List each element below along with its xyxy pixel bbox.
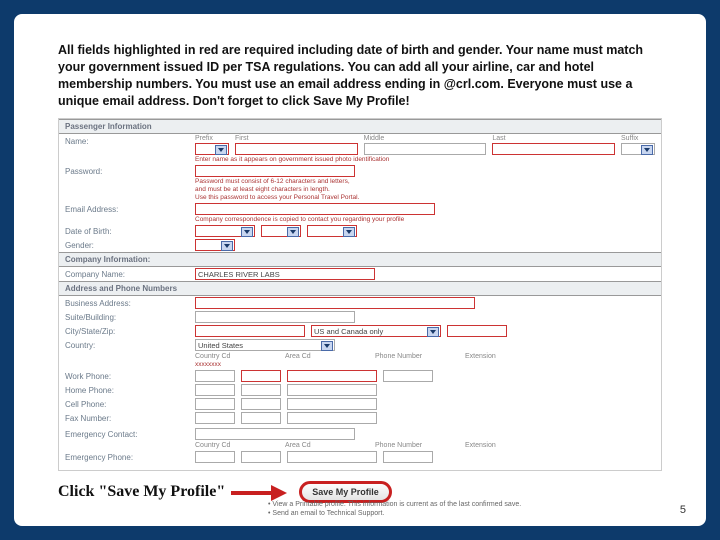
col-ec-ext: Extension [465,442,515,449]
input-hp-cc[interactable] [195,384,235,396]
input-ep-ac[interactable] [241,451,281,463]
phone-req: xxxxxxxx [195,361,655,368]
input-ep-ext[interactable] [383,451,433,463]
footnote-2: Send an email to Technical Support. [268,510,662,519]
col-last: Last [492,135,615,142]
col-areacd: Area Cd [285,353,335,360]
email-helper: Company correspondence is copied to cont… [195,216,655,223]
label-email: Email Address: [65,203,195,214]
col-suffix: Suffix [621,135,655,142]
input-dob-year[interactable] [307,225,357,237]
col-ext: Extension [465,353,515,360]
input-country[interactable]: United States [195,339,335,351]
input-first[interactable] [235,143,358,155]
pw-helper3: Use this password to access your Persona… [195,194,655,201]
col-middle: Middle [364,135,487,142]
input-dob-day[interactable] [261,225,301,237]
input-fx-ac[interactable] [241,412,281,424]
label-bus-addr: Business Address: [65,297,195,308]
arrow-icon [229,482,289,502]
input-fx-num[interactable] [287,412,377,424]
section-address: Address and Phone Numbers [59,281,661,296]
input-dob-month[interactable] [195,225,255,237]
col-ec-areacd: Area Cd [285,442,335,449]
input-bus-addr[interactable] [195,297,475,309]
footer-notes: View a Printable profile. This informati… [268,501,662,519]
label-country: Country: [65,339,195,350]
label-fax: Fax Number: [65,412,195,423]
input-middle[interactable] [364,143,487,155]
input-prefix[interactable] [195,143,229,155]
input-cp-ac[interactable] [241,398,281,410]
save-my-profile-button[interactable]: Save My Profile [299,481,392,503]
label-name: Name: [65,135,195,146]
input-ep-num[interactable] [287,451,377,463]
input-state[interactable]: US and Canada only [311,325,441,337]
input-email[interactable] [195,203,435,215]
input-wp-num[interactable] [287,370,377,382]
click-instruction: Click "Save My Profile" [58,483,225,501]
input-wp-ac[interactable] [241,370,281,382]
input-zip[interactable] [447,325,507,337]
input-fx-cc[interactable] [195,412,235,424]
country-value: United States [196,341,243,350]
label-home-phone: Home Phone: [65,384,195,395]
label-company-name: Company Name: [65,268,195,279]
col-first: First [235,135,358,142]
page-number: 5 [680,504,686,516]
input-suite[interactable] [195,311,355,323]
profile-form-screenshot: Passenger Information Name: Prefix First… [58,118,662,472]
pw-helper2: and must be at least eight characters in… [195,186,655,193]
label-csz: City/State/Zip: [65,325,195,336]
input-wp-ext[interactable] [383,370,433,382]
col-countrycd: Country Cd [195,353,245,360]
label-password: Password: [65,165,195,176]
input-ep-cc[interactable] [195,451,235,463]
input-last[interactable] [492,143,615,155]
input-gender[interactable] [195,239,235,251]
state-value: US and Canada only [312,327,383,336]
section-passenger: Passenger Information [59,119,661,134]
label-cell-phone: Cell Phone: [65,398,195,409]
input-password[interactable] [195,165,355,177]
label-emergency: Emergency Contact: [65,428,195,439]
input-company-name[interactable]: CHARLES RIVER LABS [195,268,375,280]
section-company: Company Information: [59,252,661,267]
input-city[interactable] [195,325,305,337]
label-emergency-phone: Emergency Phone: [65,451,195,462]
input-hp-num[interactable] [287,384,377,396]
input-hp-ac[interactable] [241,384,281,396]
footnote-1: View a Printable profile. This informati… [268,501,662,510]
instruction-text: All fields highlighted in red are requir… [58,42,662,110]
col-ec-countrycd: Country Cd [195,442,245,449]
input-cp-num[interactable] [287,398,377,410]
col-phonenum: Phone Number [375,353,425,360]
input-suffix[interactable] [621,143,655,155]
col-prefix: Prefix [195,135,229,142]
label-gender: Gender: [65,239,195,250]
label-dob: Date of Birth: [65,225,195,236]
label-work-phone: Work Phone: [65,370,195,381]
pw-helper1: Password must consist of 6-12 characters… [195,178,655,185]
name-helper: Enter name as it appears on government i… [195,156,655,163]
input-wp-cc[interactable] [195,370,235,382]
label-suite: Suite/Building: [65,311,195,322]
company-name-value: CHARLES RIVER LABS [196,270,280,279]
input-emergency-name[interactable] [195,428,355,440]
col-ec-phonenum: Phone Number [375,442,425,449]
input-cp-cc[interactable] [195,398,235,410]
